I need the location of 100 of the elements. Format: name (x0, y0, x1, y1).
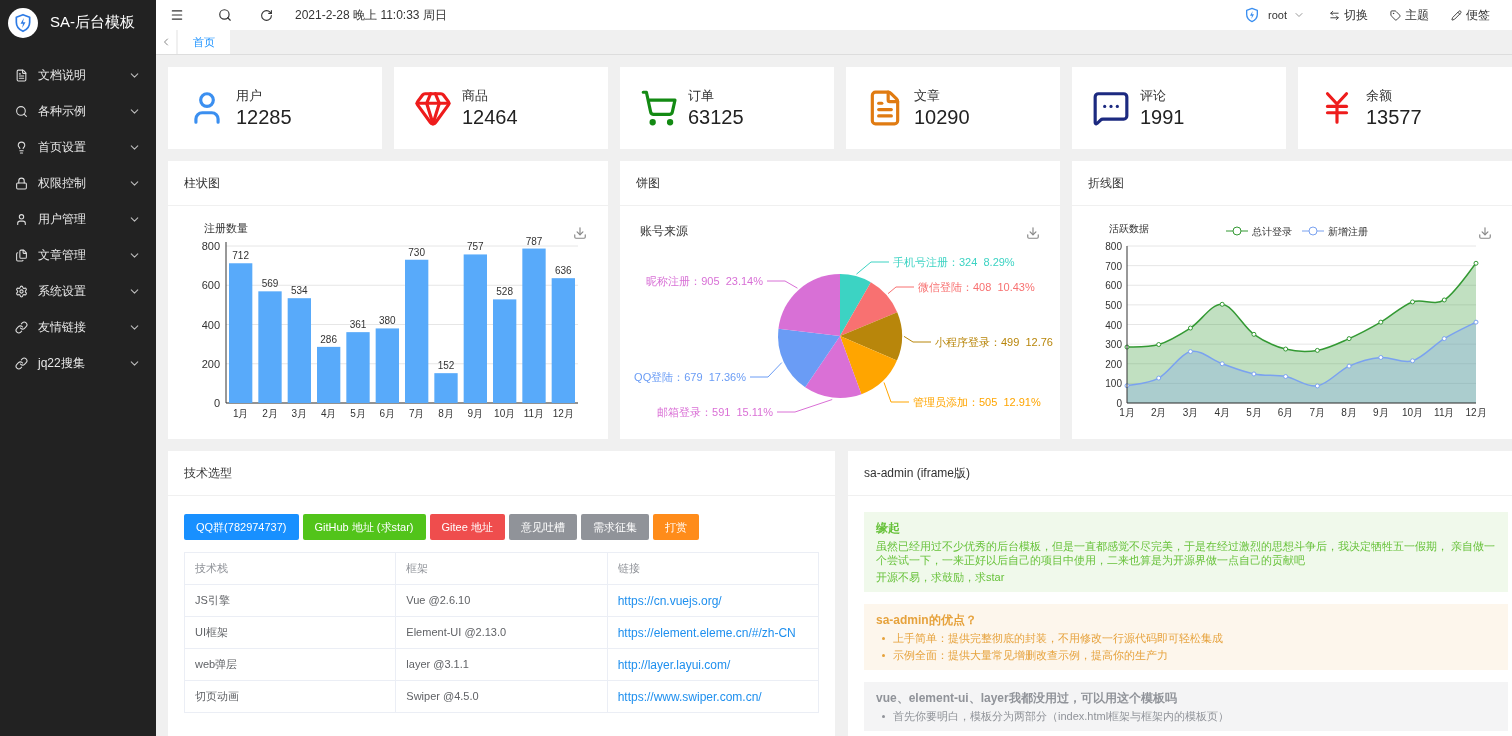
card-title: 折线图 (1088, 175, 1124, 192)
notice-text: 首先你要明白，模板分为两部分（index.html框架与框架内的模板页） (893, 709, 1230, 723)
axis-label: 600 (1105, 280, 1122, 292)
leader-line (766, 280, 798, 289)
toolbar-link[interactable]: 主题 (1405, 6, 1429, 24)
slice-label: 手机号注册：324 8.29% (893, 256, 1015, 268)
axis-label: 8月 (1341, 407, 1357, 418)
stat-label: 评论 (1140, 87, 1167, 105)
sidebar-item[interactable]: 权限控制 (0, 165, 156, 201)
bar-value: 787 (525, 235, 543, 247)
legend-marker-icon (1301, 226, 1325, 236)
chart-title: 账号来源 (640, 224, 688, 238)
leader-line (749, 362, 783, 378)
slice-label: 管理员添加：505 12.91% (913, 396, 1041, 408)
notice-text: 上手简单：提供完整彻底的封装，不用修改一行源代码即可轻松集成 (893, 631, 1223, 645)
table-cell: layer @3.1.1 (395, 648, 608, 681)
shield-icon (1244, 7, 1261, 23)
table-cell: Element-UI @2.13.0 (395, 616, 608, 649)
download-icon[interactable] (1027, 227, 1039, 239)
stat-value: 10290 (914, 105, 970, 129)
notice-title: sa-admin的优点？ (876, 612, 978, 628)
axis-label: 800 (1105, 241, 1122, 252)
link-icon (15, 356, 28, 370)
stat-label: 文章 (914, 87, 941, 105)
link-icon (15, 320, 28, 334)
axis-label: 12月 (552, 408, 574, 419)
toolbar-link[interactable]: 便签 (1466, 6, 1490, 24)
sidebar-item[interactable]: 友情链接 (0, 309, 156, 345)
column-header: 链接 (607, 552, 819, 585)
table-link[interactable]: https://cn.vuejs.org/ (607, 584, 819, 617)
legend-label[interactable]: 总计登录 (1252, 226, 1292, 237)
axis-label: 400 (201, 318, 220, 331)
bar-value: 730 (408, 246, 425, 258)
refresh-icon[interactable] (260, 8, 273, 22)
bar-value: 636 (555, 265, 572, 277)
legend-label[interactable]: 新增注册 (1328, 226, 1368, 237)
card-title: 饼图 (636, 175, 660, 192)
notice-text: 开源不易，求鼓励，求star (876, 570, 1006, 584)
bar-value: 534 (291, 285, 308, 297)
axis-label: 11月 (523, 408, 545, 419)
leader-line (776, 399, 833, 413)
stat-value: 1991 (1140, 105, 1185, 129)
axis-label: 500 (1105, 299, 1122, 311)
sidebar-item[interactable]: 文档说明 (0, 57, 156, 93)
search-icon[interactable] (218, 8, 232, 22)
axis-label: 8月 (438, 408, 454, 419)
column-header: 框架 (395, 552, 608, 585)
stat-label: 商品 (462, 87, 489, 105)
sidebar-item[interactable]: jq22搜集 (0, 345, 156, 381)
axis-label: 7月 (408, 408, 425, 419)
user-name[interactable]: root (1268, 6, 1287, 24)
table-link[interactable]: https://www.swiper.com.cn/ (607, 680, 819, 713)
axis-label: 7月 (1309, 407, 1326, 418)
stat-label: 余额 (1366, 87, 1393, 105)
table-link[interactable]: https://element.eleme.cn/#/zh-CN (607, 616, 819, 649)
sidebar-item[interactable]: 文章管理 (0, 237, 156, 273)
slice-label: 邮箱登录：591 15.11% (657, 406, 773, 418)
download-icon[interactable] (1479, 227, 1491, 239)
leader-line (903, 335, 932, 343)
slice-label: 微信登陆：408 10.43% (918, 281, 1035, 293)
axis-label: 9月 (1373, 407, 1389, 418)
axis-label: 9月 (467, 408, 484, 419)
axis-label: 100 (1105, 378, 1122, 390)
sidebar-item[interactable]: 系统设置 (0, 273, 156, 309)
slice-label: 昵称注册：905 23.14% (646, 275, 763, 287)
download-icon[interactable] (574, 227, 586, 239)
swap-icon[interactable] (1329, 9, 1340, 21)
axis-label: 1月 (232, 408, 249, 419)
stat-value: 63125 (688, 105, 744, 129)
notice-text: 示例全面：提供大量常见增删改查示例，提高你的生产力 (893, 648, 1168, 662)
table-cell: UI框架 (184, 616, 396, 649)
bar-value: 757 (467, 241, 484, 253)
axis-label: 700 (1105, 260, 1122, 272)
link-button[interactable]: Gitee 地址 (429, 514, 505, 540)
axis-label: 3月 (1182, 407, 1199, 418)
sidebar-item[interactable]: 各种示例 (0, 93, 156, 129)
axis-label: 600 (201, 279, 220, 292)
bar-value: 528 (496, 286, 513, 298)
sidebar-item[interactable]: 用户管理 (0, 201, 156, 237)
menu-icon[interactable] (170, 8, 184, 22)
axis-label: 800 (201, 240, 220, 252)
leader-line (855, 261, 890, 275)
gear-icon (15, 284, 28, 298)
stat-value: 13577 (1366, 105, 1422, 129)
tag-icon[interactable] (1390, 9, 1401, 21)
axis-label: 400 (1105, 319, 1122, 331)
axis-title: 注册数量 (204, 222, 248, 234)
table-cell: Vue @2.6.10 (395, 584, 608, 617)
axis-label: 3月 (291, 408, 308, 419)
bullet-icon (882, 715, 885, 718)
pencil-icon[interactable] (1451, 9, 1462, 21)
bar (346, 332, 370, 403)
toolbar-link[interactable]: 切换 (1344, 6, 1368, 24)
leader-line (887, 286, 915, 295)
table-link[interactable]: http://layer.layui.com/ (607, 648, 819, 681)
axis-label: 11月 (1434, 407, 1455, 418)
sidebar-item[interactable]: 首页设置 (0, 129, 156, 165)
tab-back-button[interactable] (156, 30, 176, 54)
slice-label: 小程序登录：499 12.76 (935, 336, 1053, 348)
axis-title: 活跃数据 (1109, 223, 1149, 234)
